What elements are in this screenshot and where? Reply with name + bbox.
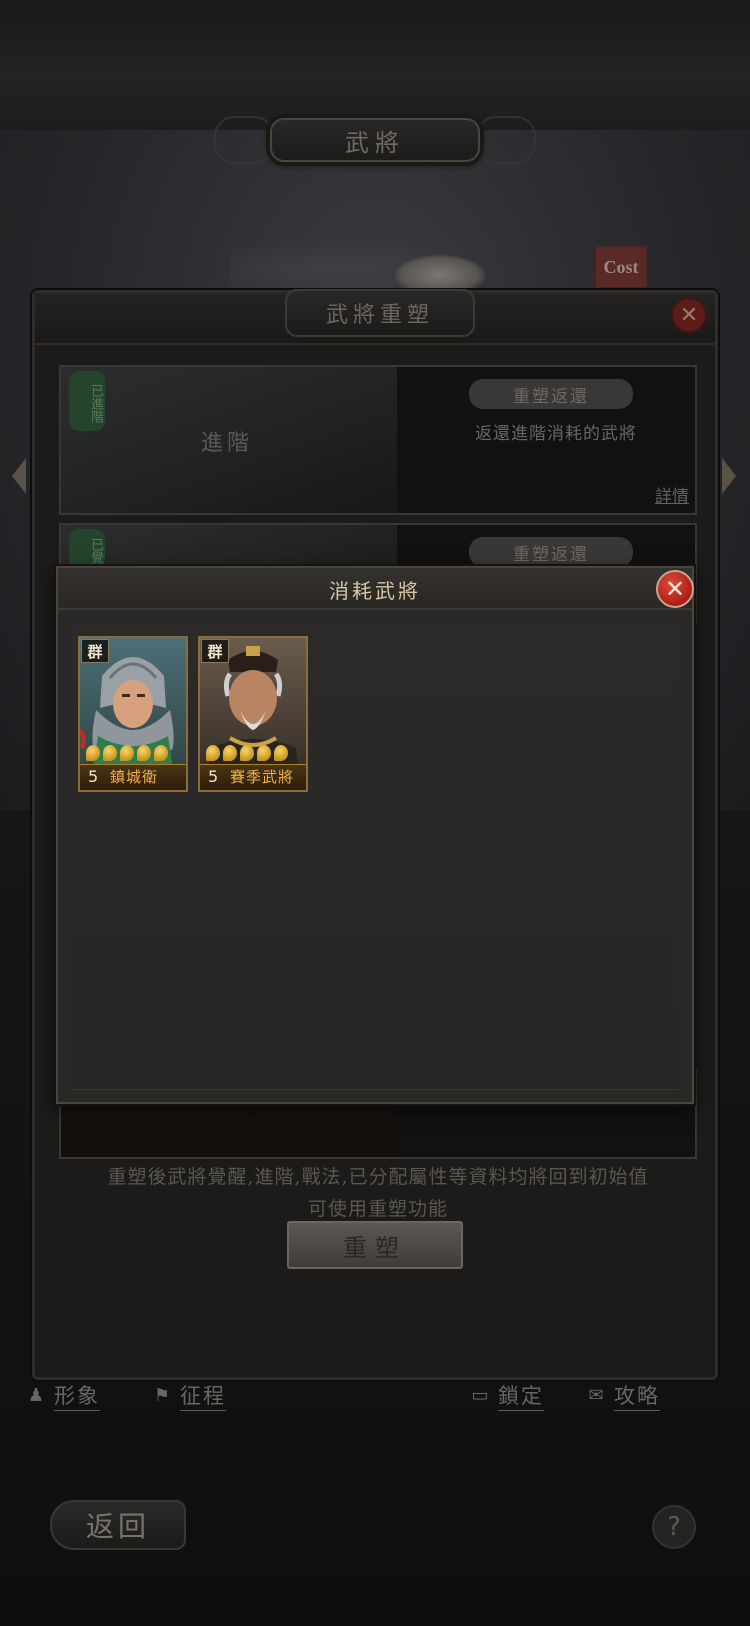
awakened-tag: 已覺: [69, 529, 105, 569]
rebuild-option-advance[interactable]: 已進階 進階 重塑返還 返還進階消耗的武將 詳情: [59, 365, 697, 515]
page-title: 武將: [270, 118, 480, 162]
faction-badge: 群: [81, 639, 109, 663]
lock-label: 鎖定: [498, 1380, 544, 1411]
rebuild-note-line-1: 重塑後武將覺醒,進階,戰法,已分配屬性等資料均將回到初始值: [107, 1166, 649, 1188]
journey-link[interactable]: ⚑ 征程: [152, 1380, 226, 1411]
general-card[interactable]: 群 5 賽季武將: [198, 636, 308, 792]
advanced-tag: 已進階: [69, 371, 105, 431]
star-icon: [206, 745, 220, 761]
strategy-label: 攻略: [614, 1380, 660, 1411]
lock-link[interactable]: ▭ 鎖定: [470, 1380, 544, 1411]
flag-icon: ⚑: [153, 1385, 173, 1406]
rebuild-return-description: 返還進階消耗的武將: [475, 424, 637, 444]
star-rating: [206, 745, 288, 763]
star-icon: [120, 745, 134, 761]
star-rating: [86, 745, 168, 763]
journey-label: 征程: [180, 1380, 226, 1411]
appearance-label: 形象: [54, 1380, 100, 1411]
strategy-link[interactable]: ✉ 攻略: [586, 1380, 660, 1411]
general-name: 賽季武將: [230, 768, 295, 786]
back-button[interactable]: 返回: [50, 1500, 186, 1550]
star-icon: [274, 745, 288, 761]
help-button[interactable]: ?: [652, 1505, 696, 1549]
general-cost: 5: [88, 767, 99, 786]
rebuild-title: 武將重塑: [285, 289, 475, 337]
general-name: 鎮城衛: [110, 768, 159, 786]
star-icon: [103, 745, 117, 761]
rebuild-close-button[interactable]: ✕: [671, 297, 707, 333]
star-icon: [154, 745, 168, 761]
appearance-link[interactable]: ♟ 形象: [26, 1380, 100, 1411]
person-icon: ♟: [27, 1385, 47, 1406]
rebuild-return-pill-2: 重塑返還: [469, 537, 633, 567]
faction-badge: 群: [201, 639, 229, 663]
title-ornament-right: [476, 116, 536, 164]
star-icon: [223, 745, 237, 761]
rebuild-return-pill: 重塑返還: [469, 379, 633, 409]
strategy-icon: ✉: [588, 1385, 606, 1406]
star-icon: [257, 745, 271, 761]
star-icon: [86, 745, 100, 761]
top-background: [0, 0, 750, 130]
cost-badge: Cost: [594, 245, 648, 289]
detail-link[interactable]: 詳情: [655, 482, 689, 507]
star-icon: [240, 745, 254, 761]
lock-icon: ▭: [471, 1385, 491, 1406]
modal-close-button[interactable]: ✕: [656, 570, 694, 608]
advance-image-label: 進階: [201, 431, 254, 456]
general-cost: 5: [208, 767, 219, 786]
rebuild-note: 重塑後武將覺醒,進階,戰法,已分配屬性等資料均將回到初始值 可使用重塑功能: [59, 1161, 697, 1225]
title-ornament-left: [214, 116, 274, 164]
modal-title: 消耗武將: [329, 578, 421, 603]
general-card[interactable]: 群 5 鎮城衛: [78, 636, 188, 792]
previous-arrow-icon[interactable]: [12, 458, 26, 494]
next-arrow-icon[interactable]: [722, 458, 736, 494]
star-icon: [137, 745, 151, 761]
rebuild-button[interactable]: 重塑: [287, 1221, 463, 1269]
